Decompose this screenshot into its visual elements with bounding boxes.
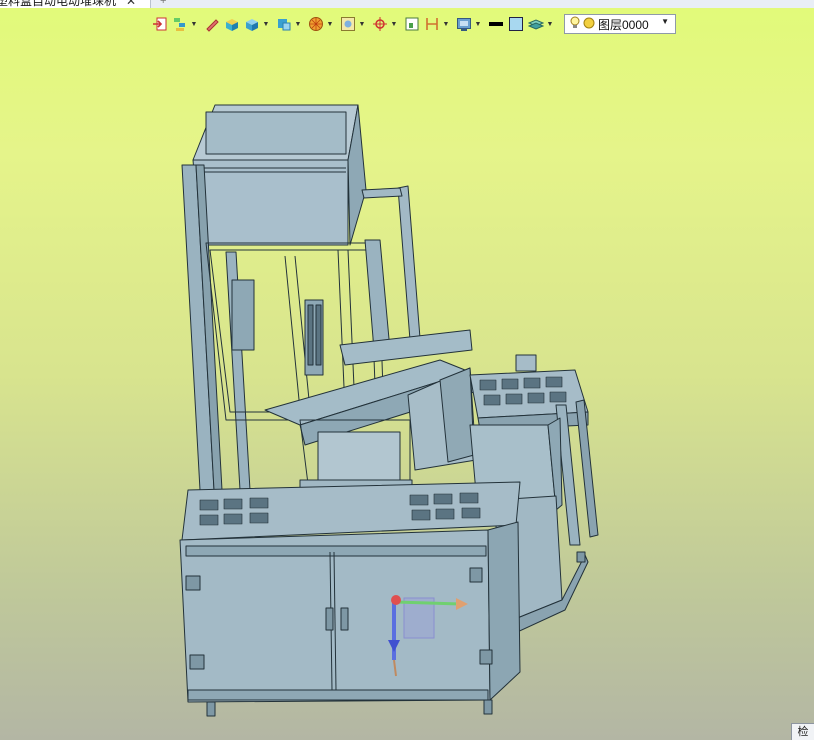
zoom-fit-icon[interactable] [402, 14, 422, 34]
render-style-icon[interactable] [222, 14, 242, 34]
layers-icon[interactable] [526, 14, 546, 34]
section-view-icon[interactable] [274, 14, 294, 34]
layer-visibility-icon[interactable] [583, 17, 595, 32]
exit-sketch-icon[interactable] [150, 14, 170, 34]
layer-name: 图层0000 [598, 17, 649, 32]
chevron-down-icon[interactable]: ▼ [294, 14, 302, 34]
document-tab[interactable]: 塑料盒自动电动堆垛机 ✕ [0, 0, 151, 8]
chevron-down-icon[interactable]: ▼ [326, 14, 334, 34]
snap-point-icon[interactable] [370, 14, 390, 34]
base-cabinet-side [487, 521, 521, 701]
feature-tree-icon[interactable] [170, 14, 190, 34]
solid-view-icon[interactable] [242, 14, 262, 34]
measure-icon[interactable] [422, 14, 442, 34]
chevron-down-icon[interactable]: ▼ [474, 14, 482, 34]
top-hood-front [192, 159, 349, 246]
display-settings-icon[interactable] [454, 14, 474, 34]
new-tab-button[interactable]: + [160, 0, 166, 8]
color-wheel-icon[interactable] [306, 14, 326, 34]
view-toolbar: ▼ ▼ ▼ ▼ ▼ ▼ ▼ ▼ ▼ 图层0000 ▼ [150, 13, 676, 35]
line-color-swatch[interactable] [486, 14, 506, 34]
chevron-down-icon[interactable]: ▼ [442, 14, 450, 34]
chevron-down-icon[interactable]: ▼ [546, 14, 554, 34]
fill-color-swatch[interactable] [506, 14, 526, 34]
chevron-down-icon[interactable]: ▼ [390, 14, 398, 34]
chevron-down-icon[interactable]: ▼ [358, 14, 366, 34]
chevron-down-icon[interactable]: ▼ [661, 17, 669, 26]
close-icon[interactable]: ✕ [126, 0, 136, 8]
pencil-sketch-icon[interactable] [202, 14, 222, 34]
chevron-down-icon[interactable]: ▼ [190, 14, 198, 34]
3d-viewport[interactable]: ▼ ▼ ▼ ▼ ▼ ▼ ▼ ▼ ▼ 图层0000 ▼ 检 [0, 8, 814, 740]
lightbulb-icon[interactable] [569, 16, 581, 33]
corner-check-button[interactable]: 检 [791, 723, 814, 740]
chevron-down-icon[interactable]: ▼ [262, 14, 270, 34]
machine-model[interactable] [0, 8, 814, 740]
layer-selector[interactable]: 图层0000 ▼ [564, 14, 676, 34]
document-tab-title: 塑料盒自动电动堆垛机 [0, 0, 117, 8]
orient-view-icon[interactable] [338, 14, 358, 34]
